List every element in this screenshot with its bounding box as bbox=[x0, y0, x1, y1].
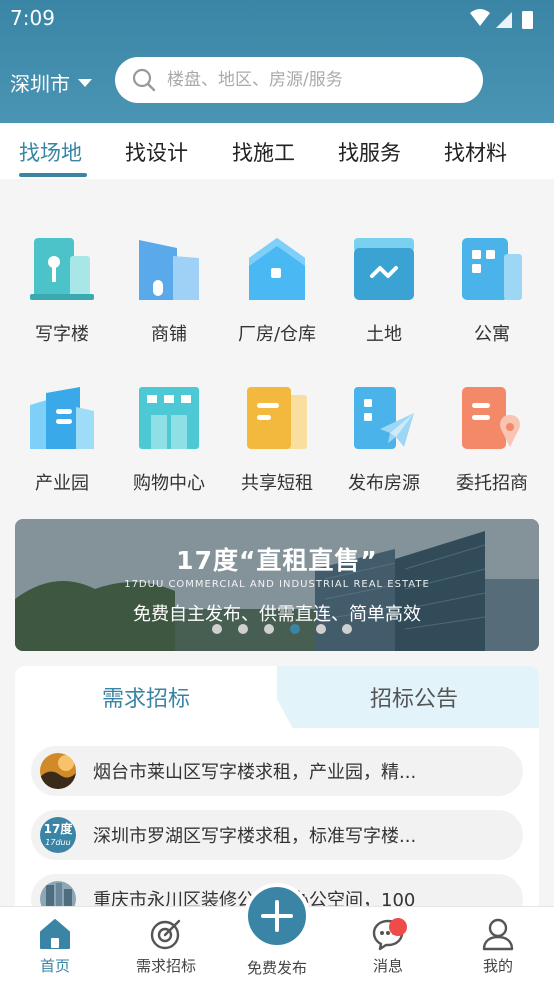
nav-label: 首页 bbox=[39, 957, 70, 975]
list-item[interactable]: 烟台市莱山区写字楼求租，产业园，精... bbox=[31, 746, 523, 796]
banner-subtitle: 17DUU COMMERCIAL AND INDUSTRIAL REAL EST… bbox=[124, 579, 430, 590]
category-mall[interactable]: 购物中心 bbox=[119, 385, 219, 495]
category-shop[interactable]: 商铺 bbox=[119, 236, 219, 346]
category-label: 共享短租 bbox=[241, 473, 313, 494]
category-label: 写字楼 bbox=[35, 324, 89, 345]
category-warehouse[interactable]: 厂房/仓库 bbox=[227, 236, 327, 346]
tab-find-design[interactable]: 找设计 bbox=[125, 137, 188, 167]
nav-tender[interactable]: 需求招标 bbox=[116, 907, 216, 985]
carousel-dot[interactable] bbox=[316, 624, 326, 634]
listing-text: 深圳市罗湖区写字楼求租，标准写字楼... bbox=[93, 826, 417, 847]
warehouse-icon bbox=[249, 238, 305, 300]
user-icon bbox=[482, 918, 514, 951]
category-tabs: 找场地 找设计 找施工 找服务 找材料 bbox=[0, 123, 554, 179]
nav-home[interactable]: 首页 bbox=[5, 907, 105, 985]
promo-banner[interactable]: 17度“直租直售” 17DUU COMMERCIAL AND INDUSTRIA… bbox=[15, 519, 539, 651]
category-label: 委托招商 bbox=[456, 473, 528, 494]
banner-description: 免费自主发布、供需直连、简单高效 bbox=[133, 604, 421, 625]
land-icon bbox=[354, 238, 414, 300]
entrust-investment-icon bbox=[462, 387, 520, 449]
nav-profile[interactable]: 我的 bbox=[448, 907, 548, 985]
carousel-dot-active[interactable] bbox=[290, 624, 300, 634]
category-publish-listing[interactable]: 发布房源 bbox=[334, 385, 434, 495]
carousel-dot[interactable] bbox=[212, 624, 222, 634]
category-label: 发布房源 bbox=[348, 473, 420, 494]
carousel-dot[interactable] bbox=[238, 624, 248, 634]
category-apartment[interactable]: 公寓 bbox=[442, 236, 542, 346]
battery-icon bbox=[522, 11, 533, 29]
publish-fab-button[interactable] bbox=[244, 883, 310, 949]
status-icons bbox=[470, 9, 533, 29]
tab-find-material[interactable]: 找材料 bbox=[444, 137, 507, 167]
nav-label: 需求招标 bbox=[135, 957, 196, 975]
category-label: 购物中心 bbox=[133, 473, 205, 494]
logo-text: 17度 bbox=[43, 822, 73, 836]
active-tab-indicator bbox=[19, 173, 87, 177]
search-input[interactable] bbox=[165, 69, 469, 91]
publish-listing-icon bbox=[354, 387, 414, 449]
category-office[interactable]: 写字楼 bbox=[12, 236, 112, 346]
target-icon bbox=[150, 919, 181, 950]
city-label: 深圳市 bbox=[10, 72, 70, 96]
notification-badge bbox=[389, 918, 407, 936]
category-label: 厂房/仓库 bbox=[237, 324, 317, 345]
tab-find-construction[interactable]: 找施工 bbox=[232, 137, 295, 167]
mall-icon bbox=[139, 387, 199, 449]
tab-find-service[interactable]: 找服务 bbox=[338, 137, 401, 167]
status-bar: 7:09 bbox=[0, 0, 554, 38]
nav-messages[interactable]: 消息 bbox=[338, 907, 438, 985]
chevron-down-icon bbox=[78, 78, 92, 87]
carousel-indicator bbox=[212, 624, 368, 634]
tab-find-venue[interactable]: 找场地 bbox=[19, 137, 82, 167]
category-label: 公寓 bbox=[474, 324, 510, 345]
city-selector[interactable]: 深圳市 bbox=[10, 68, 92, 97]
category-label: 商铺 bbox=[151, 324, 187, 345]
tab-label: 需求招标 bbox=[101, 687, 190, 712]
category-land[interactable]: 土地 bbox=[334, 236, 434, 346]
shop-icon bbox=[139, 240, 199, 300]
signal-icon bbox=[496, 12, 512, 28]
home-icon bbox=[40, 919, 70, 949]
banner-title: 17度“直租直售” bbox=[176, 546, 378, 575]
plus-icon bbox=[261, 900, 293, 932]
search-bar[interactable] bbox=[115, 57, 483, 103]
carousel-dot[interactable] bbox=[342, 624, 352, 634]
apartment-icon bbox=[462, 238, 522, 300]
category-entrust-investment[interactable]: 委托招商 bbox=[442, 385, 542, 495]
category-shared-rental[interactable]: 共享短租 bbox=[227, 385, 327, 495]
industrial-park-icon bbox=[30, 387, 94, 449]
listing-text: 烟台市莱山区写字楼求租，产业园，精... bbox=[93, 762, 417, 783]
search-icon bbox=[132, 68, 156, 92]
nav-label: 我的 bbox=[482, 957, 513, 975]
tab-demand-tender[interactable]: 需求招标 bbox=[15, 666, 277, 728]
publish-label: 免费发布 bbox=[246, 959, 307, 977]
category-label: 土地 bbox=[366, 324, 402, 345]
office-building-icon bbox=[30, 238, 94, 300]
tab-tender-announcement[interactable]: 招标公告 bbox=[259, 666, 539, 728]
logo-subtext: 17duu bbox=[45, 838, 71, 847]
wifi-icon bbox=[470, 9, 490, 26]
app-header: 7:09 深圳市 bbox=[0, 0, 554, 123]
brand-logo: 17度 17duu bbox=[40, 817, 76, 853]
category-industrial-park[interactable]: 产业园 bbox=[12, 385, 112, 495]
status-time: 7:09 bbox=[10, 6, 55, 30]
shared-rental-icon bbox=[247, 387, 307, 449]
listing-thumbnail bbox=[40, 753, 76, 789]
list-item[interactable]: 17度 17duu 深圳市罗湖区写字楼求租，标准写字楼... bbox=[31, 810, 523, 860]
carousel-dot[interactable] bbox=[264, 624, 274, 634]
nav-label: 消息 bbox=[372, 957, 403, 975]
tab-label: 招标公告 bbox=[369, 687, 458, 712]
category-label: 产业园 bbox=[35, 473, 89, 494]
